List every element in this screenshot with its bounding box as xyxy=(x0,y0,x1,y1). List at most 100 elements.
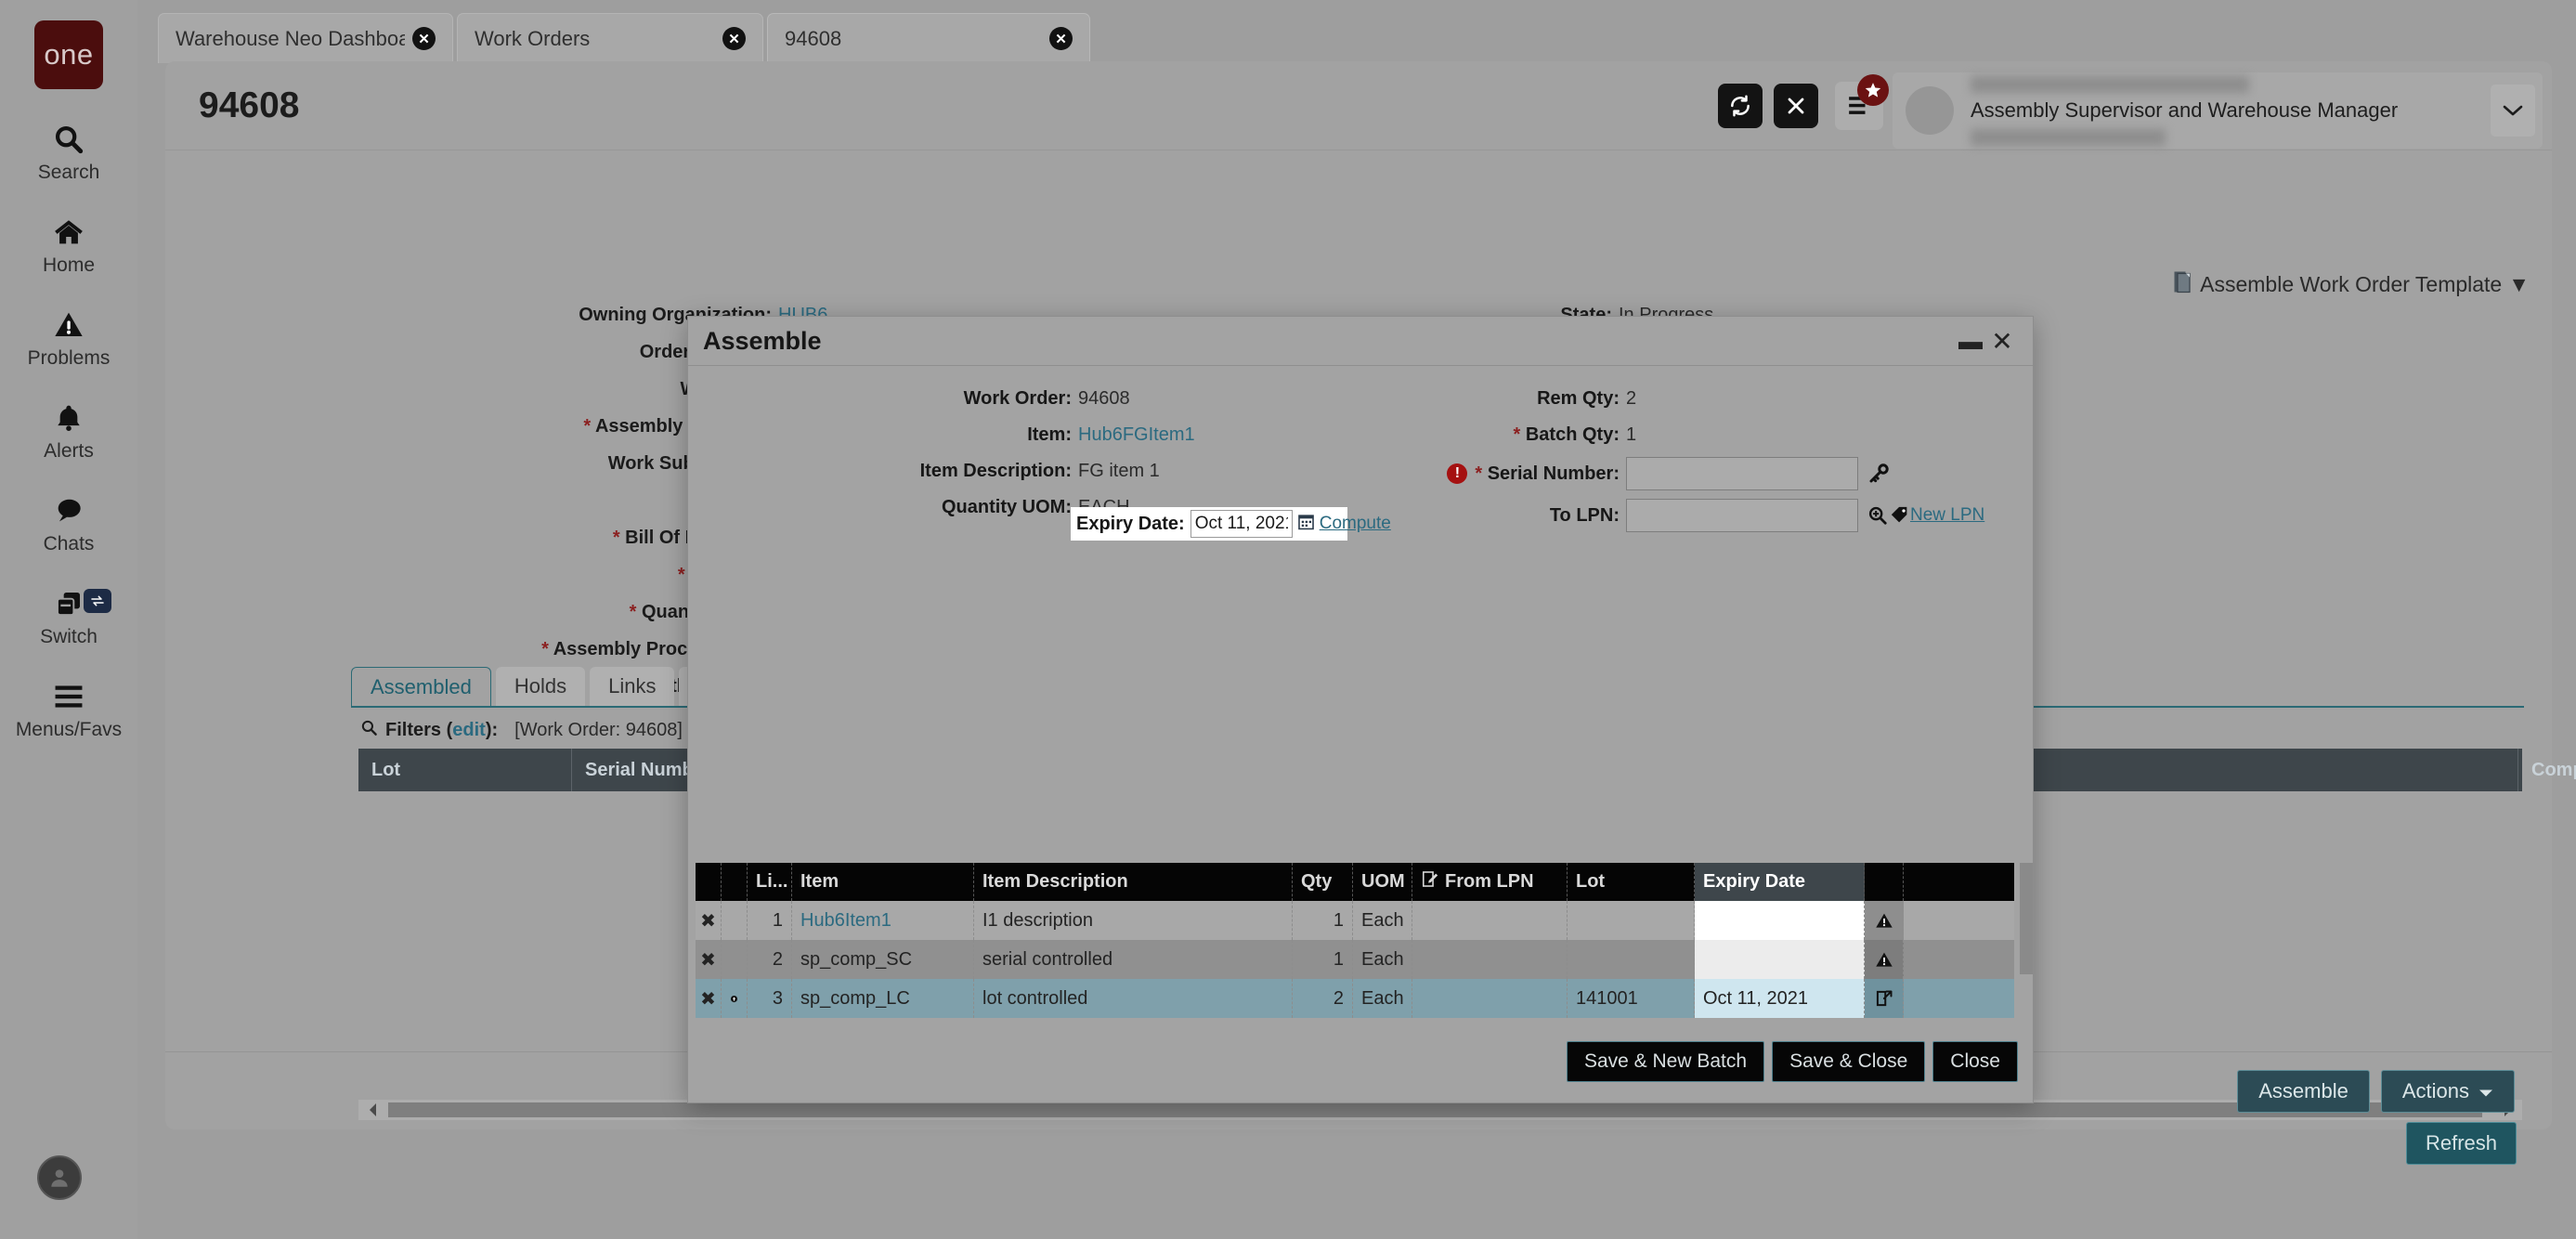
user-role-label: Assembly Supervisor and Warehouse Manage… xyxy=(1971,98,2491,123)
to-lpn-input[interactable] xyxy=(1626,499,1858,532)
field-label: * Assembly Process Type: xyxy=(165,639,778,660)
table-row[interactable]: ✖ 3 sp_comp_LC lot controlled 2 Each 141… xyxy=(696,979,2014,1018)
column-header-uom[interactable]: UOM xyxy=(1353,863,1412,901)
open-external-icon[interactable] xyxy=(1865,979,1904,1018)
star-icon[interactable] xyxy=(1857,74,1889,106)
column-header-lot[interactable]: Lot xyxy=(1568,863,1695,901)
tag-icon[interactable] xyxy=(1890,505,1910,526)
row-delete-icon[interactable]: ✖ xyxy=(696,979,722,1018)
save-new-batch-button[interactable]: Save & New Batch xyxy=(1567,1041,1764,1082)
left-sidebar: one Search Home Problems Alerts xyxy=(0,0,137,1239)
template-doc-icon xyxy=(2173,270,2193,299)
close-icon[interactable]: ✕ xyxy=(412,27,436,50)
user-meta: Assembly Supervisor and Warehouse Manage… xyxy=(1971,76,2491,146)
sidebar-item-chats[interactable]: Chats xyxy=(13,492,124,554)
new-lpn-link[interactable]: New LPN xyxy=(1910,505,1984,526)
cell-uom: Each xyxy=(1353,979,1412,1018)
close-x-icon[interactable] xyxy=(1774,84,1818,128)
column-header-line[interactable]: Li... xyxy=(748,863,792,901)
switch-toggle-badge[interactable] xyxy=(84,589,111,613)
cell-lot[interactable] xyxy=(1568,901,1695,940)
field-value[interactable]: Hub6FGItem1 xyxy=(1078,424,1195,446)
warning-triangle-icon[interactable] xyxy=(1865,940,1904,979)
cell-item[interactable]: sp_comp_SC xyxy=(792,940,974,979)
cell-expiry-date[interactable] xyxy=(1695,901,1865,940)
assemble-work-order-template-link[interactable]: Assemble Work Order Template ▼ xyxy=(2173,270,2530,299)
row-flag-icon[interactable] xyxy=(722,979,748,1018)
dialog-fields-left: Work Order: 94608 Item: Hub6FGItem1 Item… xyxy=(688,382,1366,527)
expiry-date-input[interactable] xyxy=(1190,510,1293,538)
filters-edit-link[interactable]: edit xyxy=(452,720,486,740)
error-exclamation-icon: ! xyxy=(1447,463,1467,484)
sidebar-item-home[interactable]: Home xyxy=(13,214,124,275)
cell-lot[interactable]: 141001 xyxy=(1568,979,1695,1018)
tab-assembled[interactable]: Assembled xyxy=(351,667,491,706)
warning-triangle-icon[interactable] xyxy=(1865,901,1904,940)
actions-label: Actions xyxy=(2402,1079,2469,1103)
close-x-icon[interactable]: ✕ xyxy=(1986,325,2018,357)
refresh-icon[interactable] xyxy=(1718,84,1763,128)
table-vertical-scrollbar[interactable] xyxy=(2020,863,2033,974)
field-row: Item Description: FG item 1 xyxy=(688,454,1366,488)
tab-label: 94608 xyxy=(785,27,1042,51)
avatar xyxy=(1906,86,1954,135)
warning-triangle-icon xyxy=(53,306,85,344)
column-header-item[interactable]: Item xyxy=(792,863,974,901)
calendar-icon[interactable] xyxy=(1297,513,1315,535)
cell-from-lpn[interactable] xyxy=(1412,901,1568,940)
field-value: 2 xyxy=(1626,388,1636,410)
cell-item[interactable]: Hub6Item1 xyxy=(792,901,974,940)
magnifier-plus-icon[interactable] xyxy=(1867,505,1888,526)
sidebar-item-problems[interactable]: Problems xyxy=(13,306,124,368)
column-header[interactable]: Comp Item Description xyxy=(2518,749,2576,791)
cell-lot[interactable] xyxy=(1568,940,1695,979)
sidebar-item-menus-favs[interactable]: Menus/Favs xyxy=(13,678,124,739)
key-icon[interactable] xyxy=(1867,463,1890,485)
table-row[interactable]: ✖ 1 Hub6Item1 I1 description 1 Each xyxy=(696,901,2014,940)
switch-windows-icon xyxy=(52,585,85,622)
row-delete-icon[interactable]: ✖ xyxy=(696,940,722,979)
save-close-button[interactable]: Save & Close xyxy=(1772,1041,1925,1082)
cell-from-lpn[interactable] xyxy=(1412,979,1568,1018)
sidebar-item-alerts[interactable]: Alerts xyxy=(13,399,124,461)
chevron-down-icon[interactable]: ▼ xyxy=(2508,272,2530,297)
column-header-from-lpn[interactable]: From LPN xyxy=(1412,863,1568,901)
close-icon[interactable]: ✕ xyxy=(1049,27,1073,50)
sidebar-item-label: Menus/Favs xyxy=(16,720,122,739)
close-icon[interactable]: ✕ xyxy=(722,27,746,50)
column-header-expiry-date[interactable]: Expiry Date xyxy=(1695,863,1865,901)
brand-logo[interactable]: one xyxy=(34,20,103,89)
column-header-qty[interactable]: Qty xyxy=(1293,863,1353,901)
avatar[interactable] xyxy=(37,1155,82,1200)
tab-holds[interactable]: Holds xyxy=(496,667,585,706)
tab-warehouse-neo-dashboard[interactable]: Warehouse Neo Dashboard ✕ xyxy=(158,13,453,63)
field-label: Owning Organization: xyxy=(165,305,778,326)
cell-from-lpn[interactable] xyxy=(1412,940,1568,979)
column-header[interactable]: Lot xyxy=(358,749,572,791)
actions-button[interactable]: Actions xyxy=(2381,1070,2515,1113)
cell-expiry-date[interactable] xyxy=(1695,940,1865,979)
row-delete-icon[interactable]: ✖ xyxy=(696,901,722,940)
column-header-flag xyxy=(722,863,748,901)
cell-item[interactable]: sp_comp_LC xyxy=(792,979,974,1018)
page-header: 94608 Assembly Supervisor and War xyxy=(165,61,2552,150)
minimize-icon[interactable]: ▬ xyxy=(1955,325,1986,357)
field-label: Item Description: xyxy=(688,461,1078,482)
column-header-item-description[interactable]: Item Description xyxy=(974,863,1293,901)
assemble-button[interactable]: Assemble xyxy=(2237,1070,2370,1113)
tab-work-orders[interactable]: Work Orders ✕ xyxy=(457,13,763,63)
column-header-delete xyxy=(696,863,722,901)
cell-uom: Each xyxy=(1353,940,1412,979)
sidebar-item-switch[interactable]: Switch xyxy=(13,585,124,646)
table-row[interactable]: ✖ 2 sp_comp_SC serial controlled 1 Each xyxy=(696,940,2014,979)
user-menu[interactable]: Assembly Supervisor and Warehouse Manage… xyxy=(1893,72,2543,149)
compute-link[interactable]: Compute xyxy=(1320,514,1391,534)
field-row: Rem Qty: 2 xyxy=(1366,382,2035,415)
tab-links[interactable]: Links xyxy=(590,667,674,706)
close-button[interactable]: Close xyxy=(1932,1041,2018,1082)
cell-expiry-date[interactable]: Oct 11, 2021 xyxy=(1695,979,1865,1018)
sidebar-item-search[interactable]: Search xyxy=(13,121,124,182)
chevron-down-icon[interactable] xyxy=(2491,85,2535,137)
serial-number-input[interactable] xyxy=(1626,457,1858,490)
tab-94608[interactable]: 94608 ✕ xyxy=(767,13,1090,63)
